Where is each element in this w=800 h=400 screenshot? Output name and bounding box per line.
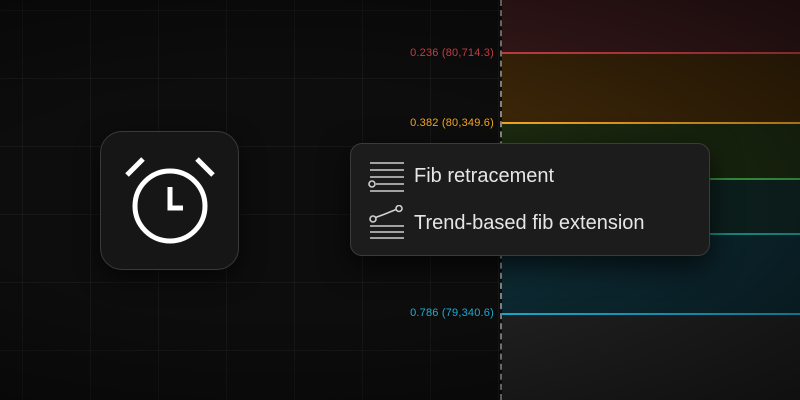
band-red-orange bbox=[502, 54, 800, 122]
menu-item-trend-fib-extension[interactable]: Trend-based fib extension bbox=[351, 201, 709, 245]
app-icon[interactable] bbox=[100, 131, 239, 270]
fib-retracement-icon bbox=[368, 162, 404, 192]
fib-label-0236: 0.236 (80,714.3) bbox=[410, 47, 494, 59]
fib-line-0236[interactable] bbox=[502, 52, 800, 54]
fib-line-0382[interactable] bbox=[502, 122, 800, 124]
fib-label-0786: 0.786 (79,340.6) bbox=[410, 307, 494, 319]
fib-line-0786[interactable] bbox=[502, 313, 800, 315]
menu-item-label: Trend-based fib extension bbox=[414, 211, 645, 234]
menu-item-fib-retracement[interactable]: Fib retracement bbox=[351, 154, 709, 198]
menu-item-label: Fib retracement bbox=[414, 164, 555, 187]
alarm-clock-icon bbox=[125, 157, 215, 244]
trend-fib-extension-icon bbox=[369, 205, 404, 239]
drawing-tools-menu: Fib retracement Trend-based fib extensio… bbox=[350, 143, 710, 256]
band-top bbox=[502, 0, 800, 52]
band-bottom bbox=[502, 315, 800, 400]
fib-label-0382: 0.382 (80,349.6) bbox=[410, 117, 494, 129]
